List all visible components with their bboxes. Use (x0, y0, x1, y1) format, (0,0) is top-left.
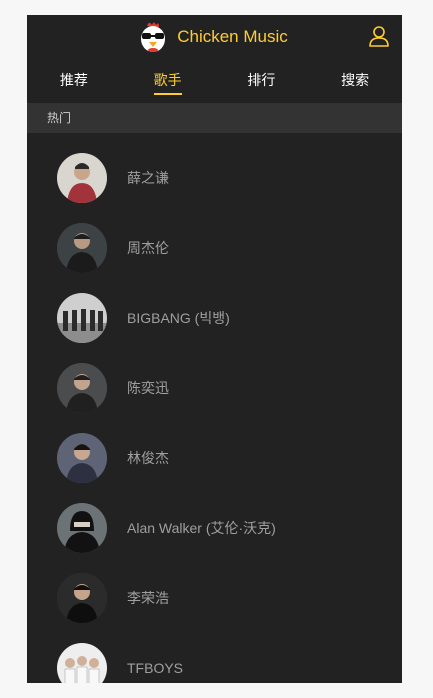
tab-rank-label: 排行 (247, 73, 276, 89)
singer-name: BIGBANG (빅뱅) (127, 310, 230, 326)
singer-name: Alan Walker (艾伦·沃克) (127, 520, 276, 536)
singer-avatar (57, 293, 107, 343)
user-icon[interactable] (368, 25, 390, 47)
singer-avatar (57, 223, 107, 273)
app-title: Chicken Music (177, 27, 288, 46)
singer-name: 周杰伦 (127, 240, 169, 256)
tab-recommend-label: 推荐 (59, 73, 88, 89)
section-title-hot: 热门 (27, 103, 402, 133)
singer-list: 薛之谦 周杰伦 BIGBANG (빅뱅) 陈奕迅 林俊杰 Alan Walker… (27, 133, 402, 683)
tab-rank[interactable]: 排行 (215, 59, 309, 103)
singer-name: 陈奕迅 (127, 380, 169, 396)
chicken-logo-icon (141, 22, 166, 52)
singer-avatar (57, 433, 107, 483)
singer-avatar (57, 643, 107, 683)
tab-bar: 推荐 歌手 排行 搜索 (27, 59, 402, 103)
tab-singer-label: 歌手 (153, 73, 182, 95)
tab-recommend[interactable]: 推荐 (27, 59, 121, 103)
singer-list-item[interactable]: BIGBANG (빅뱅) (27, 293, 402, 343)
singer-list-item[interactable]: Alan Walker (艾伦·沃克) (27, 503, 402, 553)
singer-list-item[interactable]: TFBOYS (27, 643, 402, 683)
singer-name: 薛之谦 (127, 170, 169, 186)
singer-list-item[interactable]: 陈奕迅 (27, 363, 402, 413)
singer-name: 林俊杰 (127, 450, 169, 466)
header: Chicken Music (27, 15, 402, 59)
app-container: Chicken Music 推荐 歌手 排行 搜索 热门 薛之谦 周杰伦 BIG… (27, 15, 402, 683)
singer-name: TFBOYS (127, 660, 184, 676)
singer-avatar (57, 573, 107, 623)
singer-name: 李荣浩 (127, 590, 169, 606)
tab-search-label: 搜索 (341, 73, 370, 89)
brand: Chicken Music (137, 20, 288, 54)
tab-search[interactable]: 搜索 (308, 59, 402, 103)
singer-list-item[interactable]: 李荣浩 (27, 573, 402, 623)
singer-list-item[interactable]: 周杰伦 (27, 223, 402, 273)
tab-singer[interactable]: 歌手 (121, 59, 215, 103)
singer-avatar (57, 363, 107, 413)
singer-avatar (57, 503, 107, 553)
singer-list-item[interactable]: 林俊杰 (27, 433, 402, 483)
singer-list-item[interactable]: 薛之谦 (27, 153, 402, 203)
singer-avatar (57, 153, 107, 203)
